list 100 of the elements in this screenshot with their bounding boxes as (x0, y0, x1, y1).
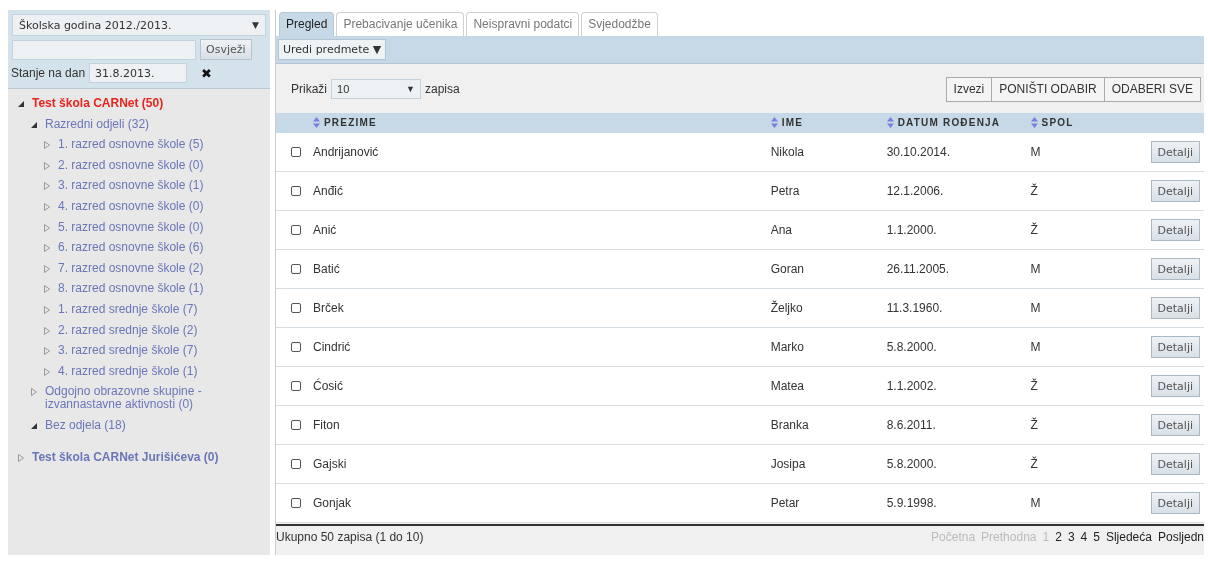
edit-subjects-menu-button[interactable]: Uredi predmete ▼ (278, 39, 387, 60)
expanded-triangle-icon[interactable] (30, 120, 38, 129)
row-checkbox[interactable] (291, 264, 301, 274)
clear-date-button[interactable]: ✖ (201, 65, 213, 81)
date-field[interactable]: 31.8.2013. (89, 63, 188, 83)
details-button[interactable]: Detalji (1150, 297, 1200, 319)
pagination-link[interactable]: 5 (1090, 530, 1103, 545)
table-cell: M (1030, 145, 1041, 159)
pagination-link[interactable]: Sljedeća (1102, 530, 1155, 545)
collapsed-triangle-icon[interactable] (43, 285, 51, 294)
tree-item[interactable]: 4. razred osnovne škole (0) (58, 199, 204, 213)
tree-item[interactable]: 1. razred osnovne škole (5) (58, 138, 204, 152)
collapsed-triangle-icon[interactable] (43, 223, 51, 232)
tree-item[interactable]: 3. razred srednje škole (7) (58, 344, 198, 358)
row-checkbox[interactable] (291, 342, 301, 352)
tree-item[interactable]: 4. razred srednje škole (1) (58, 364, 198, 378)
refresh-button[interactable]: Osvježi (200, 39, 252, 60)
action-button[interactable]: Izvezi (945, 76, 993, 102)
tree-item[interactable]: 8. razred osnovne škole (1) (58, 282, 204, 296)
show-label: Prikaži (291, 82, 327, 96)
row-checkbox[interactable] (291, 420, 301, 430)
row-checkbox[interactable] (291, 225, 301, 235)
table-cell: Gajski (313, 457, 347, 471)
page-size-dropdown[interactable]: 10 ▼ (331, 79, 421, 99)
school-year-dropdown[interactable]: Školska godina 2012./2013. ▼ (12, 14, 266, 36)
pagination-link[interactable]: 3 (1064, 530, 1078, 545)
table-cell: Ćosić (313, 379, 343, 393)
table-cell: Petar (770, 496, 800, 510)
action-button[interactable]: ODABERI SVE (1103, 76, 1201, 102)
table-cell: 1.1.2002. (886, 379, 937, 393)
table-cell: M (1030, 262, 1041, 276)
details-button[interactable]: Detalji (1150, 414, 1200, 436)
expanded-triangle-icon[interactable] (17, 100, 25, 108)
table-cell: Andrijanović (313, 145, 379, 159)
tree-item[interactable]: 3. razred osnovne škole (1) (58, 179, 204, 193)
table-cell: Gonjak (313, 496, 351, 510)
details-button[interactable]: Detalji (1150, 219, 1200, 241)
tree-item[interactable]: Odgojno obrazovne skupine - izvannastavne aktivnosti (0) (45, 385, 270, 412)
collapsed-triangle-icon[interactable] (43, 264, 51, 273)
details-button[interactable]: Detalji (1150, 375, 1200, 397)
collapsed-triangle-icon[interactable] (43, 244, 51, 253)
collapsed-triangle-icon[interactable] (43, 202, 51, 211)
table-cell: 1.1.2000. (886, 223, 937, 237)
column-header[interactable]: PREZIME (313, 116, 377, 128)
collapsed-triangle-icon[interactable] (43, 305, 51, 314)
table-cell: Željko (770, 301, 803, 315)
collapsed-triangle-icon[interactable] (43, 347, 51, 356)
table-cell: Ž (1030, 457, 1038, 471)
collapsed-triangle-icon[interactable] (43, 182, 51, 191)
details-button[interactable]: Detalji (1150, 141, 1200, 163)
tab[interactable]: Pregled (279, 12, 335, 36)
action-button[interactable]: PONIŠTI ODABIR (991, 76, 1105, 102)
row-checkbox[interactable] (291, 303, 301, 313)
tree-item[interactable]: 7. razred osnovne škole (2) (58, 261, 204, 275)
collapsed-triangle-icon[interactable] (43, 326, 51, 335)
table-cell: 5.8.2000. (886, 457, 937, 471)
row-checkbox[interactable] (291, 459, 301, 469)
search-field[interactable] (12, 39, 196, 60)
tree-item[interactable]: Razredni odjeli (32) (45, 117, 150, 131)
expanded-triangle-icon[interactable] (30, 421, 38, 430)
table-cell: Anić (313, 223, 337, 237)
collapsed-triangle-icon[interactable] (43, 141, 51, 150)
details-button[interactable]: Detalji (1150, 258, 1200, 280)
tree-item[interactable]: 6. razred osnovne škole (6) (58, 241, 204, 255)
details-button[interactable]: Detalji (1150, 336, 1200, 358)
table-cell: Anđić (313, 184, 343, 198)
row-checkbox[interactable] (291, 147, 301, 157)
table-cell: Goran (770, 262, 805, 276)
tree-item[interactable]: 2. razred srednje škole (2) (58, 323, 198, 337)
table-cell: M (1030, 301, 1041, 315)
details-button[interactable]: Detalji (1150, 492, 1200, 514)
tree-item[interactable]: Test škola CARNet (50) (32, 97, 164, 110)
table-cell: Ana (770, 223, 793, 237)
collapsed-triangle-icon[interactable] (17, 453, 25, 462)
pagination-link[interactable]: Posljedn (1154, 530, 1204, 545)
row-checkbox[interactable] (291, 186, 301, 196)
table-cell: 26.11.2005. (886, 262, 950, 276)
table-cell: Branka (770, 418, 809, 432)
table-cell: Marko (770, 340, 805, 354)
dropdown-arrow-icon: ▼ (252, 20, 259, 30)
table-cell: M (1030, 340, 1041, 354)
row-checkbox[interactable] (291, 498, 301, 508)
row-checkbox[interactable] (291, 381, 301, 391)
tab[interactable]: Neispravni podatci (466, 12, 580, 36)
tab[interactable]: Svjedodžbe (581, 12, 658, 36)
tab[interactable]: Prebacivanje učenika (336, 12, 465, 36)
collapsed-triangle-icon[interactable] (43, 161, 51, 170)
tree-item[interactable]: 2. razred osnovne škole (0) (58, 158, 204, 172)
pagination-link[interactable]: 4 (1077, 530, 1091, 545)
collapsed-triangle-icon[interactable] (30, 388, 38, 397)
pagination-link[interactable]: 2 (1052, 530, 1065, 545)
collapsed-triangle-icon[interactable] (43, 367, 51, 376)
tree-item[interactable]: Test škola CARNet Jurišićeva (0) (32, 450, 219, 464)
tree-item[interactable]: 5. razred osnovne škole (0) (58, 220, 204, 234)
details-button[interactable]: Detalji (1150, 453, 1200, 475)
tree-item[interactable]: Bez odjela (18) (45, 418, 126, 432)
tree-item[interactable]: 1. razred srednje škole (7) (58, 302, 198, 316)
details-button[interactable]: Detalji (1150, 180, 1200, 202)
column-header[interactable]: IME (770, 116, 804, 128)
table-cell: Ž (1030, 418, 1038, 432)
